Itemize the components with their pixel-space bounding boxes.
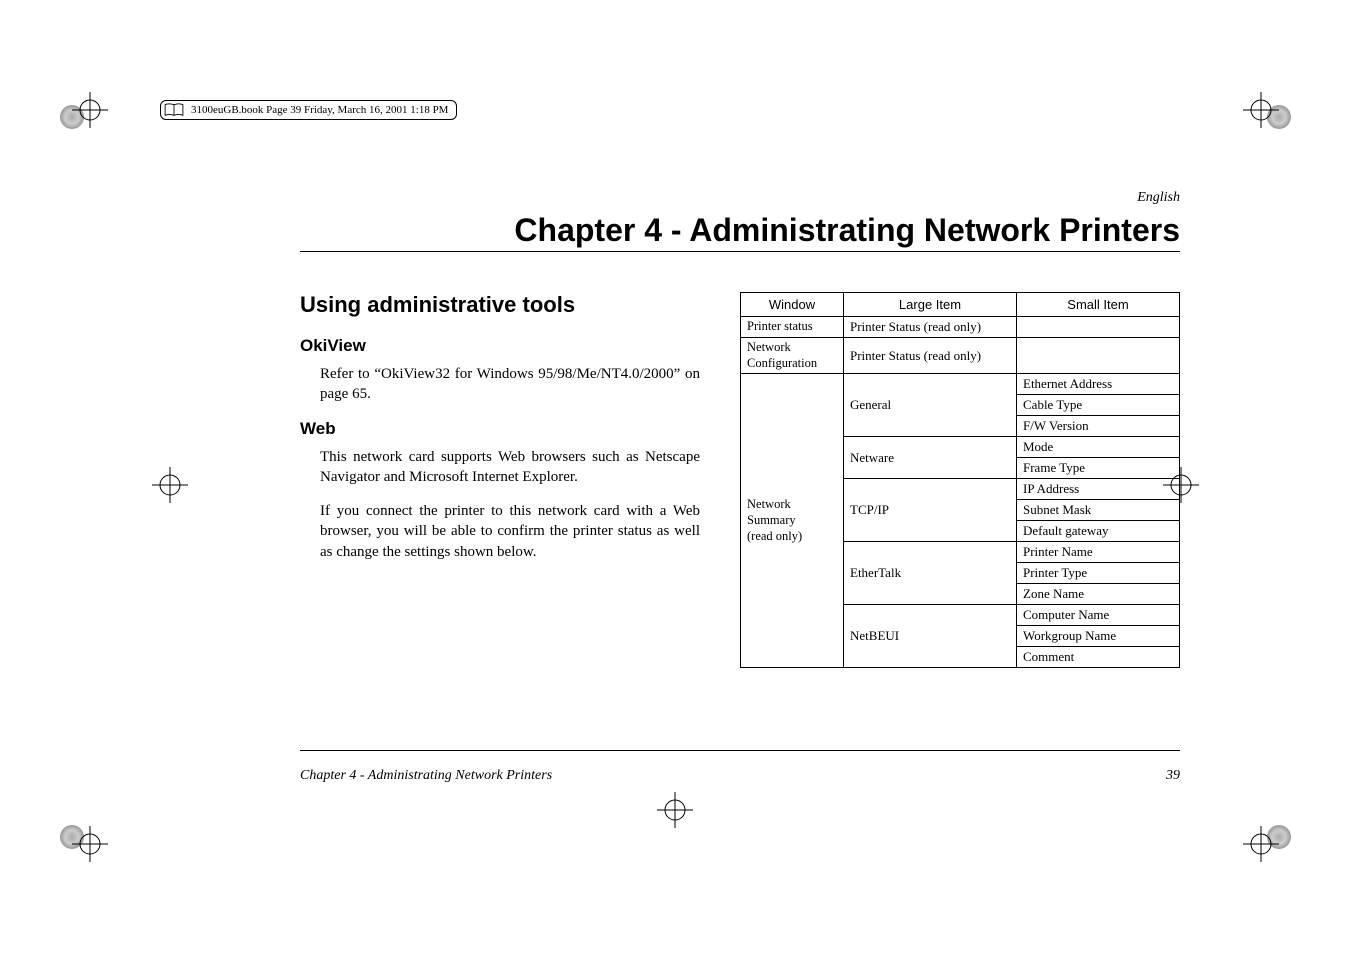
- cell: Computer Name: [1017, 605, 1180, 626]
- cell: NetBEUI: [844, 605, 1017, 668]
- registration-mark-icon: [70, 824, 110, 864]
- right-column: Window Large Item Small Item Printer sta…: [740, 292, 1180, 668]
- left-column: Using administrative tools OkiView Refer…: [300, 292, 700, 668]
- registration-mark-icon: [1241, 824, 1281, 864]
- footer-left: Chapter 4 - Administrating Network Print…: [300, 768, 552, 784]
- registration-mark-icon: [655, 790, 695, 830]
- cell-line: Configuration: [747, 356, 817, 370]
- page-footer: Chapter 4 - Administrating Network Print…: [300, 768, 1180, 784]
- web-heading: Web: [300, 419, 700, 439]
- col-window: Window: [741, 293, 844, 317]
- page-content: English Chapter 4 - Administrating Netwo…: [300, 190, 1180, 668]
- cell: EtherTalk: [844, 542, 1017, 605]
- cell: [1017, 338, 1180, 374]
- cell: Printer Type: [1017, 563, 1180, 584]
- cell: Workgroup Name: [1017, 626, 1180, 647]
- okiview-heading: OkiView: [300, 336, 700, 356]
- web-text-2: If you connect the printer to this netwo…: [320, 501, 700, 562]
- cell-line: (read only): [747, 529, 802, 543]
- book-header: 3100euGB.book Page 39 Friday, March 16, …: [160, 100, 457, 120]
- cell: Zone Name: [1017, 584, 1180, 605]
- book-header-text: 3100euGB.book Page 39 Friday, March 16, …: [191, 104, 448, 116]
- cell: Network Summary (read only): [741, 374, 844, 668]
- cell: Printer Status (read only): [844, 317, 1017, 338]
- title-rule: [300, 251, 1180, 252]
- cell: Network Configuration: [741, 338, 844, 374]
- section-heading: Using administrative tools: [300, 292, 700, 318]
- col-small: Small Item: [1017, 293, 1180, 317]
- col-large: Large Item: [844, 293, 1017, 317]
- cell: [1017, 317, 1180, 338]
- registration-mark-icon: [1241, 90, 1281, 130]
- cell: Printer Status (read only): [844, 338, 1017, 374]
- cell-line: Network: [747, 340, 791, 354]
- okiview-text: Refer to “OkiView32 for Windows 95/98/Me…: [320, 364, 700, 405]
- cell: Ethernet Address: [1017, 374, 1180, 395]
- table-header-row: Window Large Item Small Item: [741, 293, 1180, 317]
- cell-line: Network: [747, 497, 791, 511]
- footer-rule: [300, 750, 1180, 751]
- table-row: Printer status Printer Status (read only…: [741, 317, 1180, 338]
- book-icon: [163, 102, 185, 118]
- web-text-1: This network card supports Web browsers …: [320, 447, 700, 488]
- footer-page-number: 39: [1166, 768, 1180, 784]
- registration-mark-icon: [70, 90, 110, 130]
- settings-table: Window Large Item Small Item Printer sta…: [740, 292, 1180, 668]
- cell: F/W Version: [1017, 416, 1180, 437]
- chapter-title: Chapter 4 - Administrating Network Print…: [300, 212, 1180, 249]
- cell: Printer status: [741, 317, 844, 338]
- cell-line: Summary: [747, 513, 796, 527]
- cell: Frame Type: [1017, 458, 1180, 479]
- cell: Printer Name: [1017, 542, 1180, 563]
- table-row: Network Configuration Printer Status (re…: [741, 338, 1180, 374]
- cell: TCP/IP: [844, 479, 1017, 542]
- cell: IP Address: [1017, 479, 1180, 500]
- cell: Subnet Mask: [1017, 500, 1180, 521]
- cell: Cable Type: [1017, 395, 1180, 416]
- cell: Default gateway: [1017, 521, 1180, 542]
- cell: General: [844, 374, 1017, 437]
- registration-mark-icon: [150, 465, 190, 505]
- cell: Mode: [1017, 437, 1180, 458]
- cell: Comment: [1017, 647, 1180, 668]
- language-label: English: [300, 190, 1180, 206]
- table-row: Network Summary (read only) General Ethe…: [741, 374, 1180, 395]
- cell: Netware: [844, 437, 1017, 479]
